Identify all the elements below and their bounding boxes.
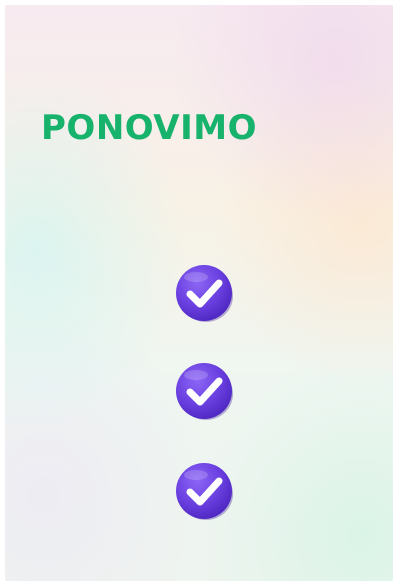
page-title: PONOVIMO [41,108,257,148]
check-badge-icon [173,460,235,522]
check-badge-icon [173,360,235,422]
app-screen: PONOVIMO [0,0,398,587]
check-badge-icon [173,262,235,324]
